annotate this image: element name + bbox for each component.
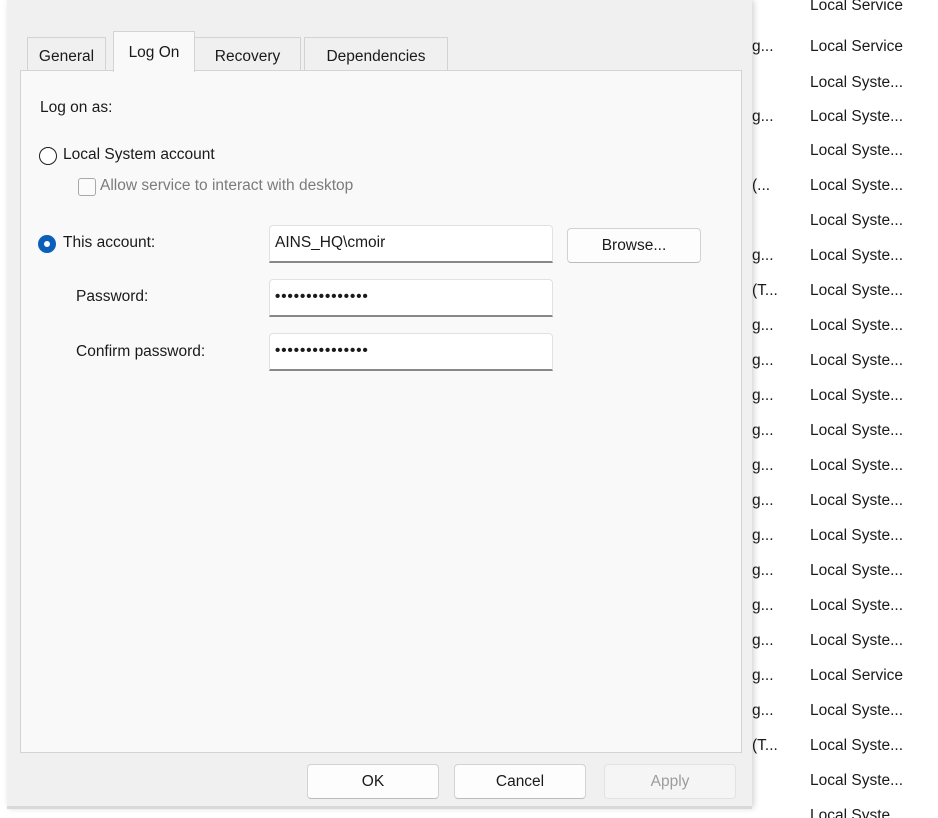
list-item[interactable]: Local Syste... bbox=[748, 807, 938, 818]
password-input[interactable]: ••••••••••••••• bbox=[269, 279, 553, 317]
list-cell-logon-as: Local Service bbox=[810, 38, 904, 55]
list-cell-logon-as: Local Syste... bbox=[810, 702, 904, 719]
dialog-bottom-edge bbox=[7, 806, 752, 809]
list-item[interactable]: g... Local Service bbox=[748, 667, 938, 702]
list-cell-logon-as: Local Syste... bbox=[810, 737, 904, 754]
list-item[interactable]: (T... Local Syste... bbox=[748, 737, 938, 772]
list-cell-description: g... bbox=[752, 247, 774, 264]
cancel-button[interactable]: Cancel bbox=[454, 764, 586, 799]
list-cell-logon-as: Local Syste... bbox=[810, 247, 904, 264]
tab-general[interactable]: General bbox=[27, 37, 106, 70]
tab-log-on[interactable]: Log On bbox=[113, 31, 195, 72]
list-cell-logon-as: Local Syste... bbox=[810, 387, 904, 404]
list-cell-description: g... bbox=[752, 562, 774, 579]
list-item[interactable]: g... Local Syste... bbox=[748, 422, 938, 457]
apply-button[interactable]: Apply bbox=[604, 764, 736, 799]
list-cell-logon-as: Local Syste... bbox=[810, 457, 904, 474]
list-item[interactable]: (... Local Syste... bbox=[748, 177, 938, 212]
log-on-as-label: Log on as: bbox=[40, 99, 113, 116]
list-item[interactable]: g... Local Syste... bbox=[748, 247, 938, 282]
list-cell-logon-as: Local Syste... bbox=[810, 317, 904, 334]
list-cell-description: g... bbox=[752, 352, 774, 369]
list-cell-description: g... bbox=[752, 597, 774, 614]
password-label: Password: bbox=[76, 288, 149, 305]
list-cell-logon-as: Local Syste... bbox=[810, 177, 904, 194]
list-item[interactable]: Local Syste... bbox=[748, 142, 938, 177]
list-cell-description: (... bbox=[752, 177, 771, 194]
list-cell-logon-as: Local Syste... bbox=[810, 422, 904, 439]
service-properties-dialog: General Log On Recovery Dependencies Log… bbox=[7, 0, 752, 808]
confirm-password-input[interactable]: ••••••••••••••• bbox=[269, 333, 553, 371]
list-cell-logon-as: Local Syste... bbox=[810, 527, 904, 544]
list-cell-description: g... bbox=[752, 422, 774, 439]
tab-dependencies[interactable]: Dependencies bbox=[304, 37, 448, 70]
list-item[interactable]: Local Syste... bbox=[748, 212, 938, 247]
list-cell-logon-as: Local Syste... bbox=[810, 212, 904, 229]
list-cell-logon-as: Local Syste... bbox=[810, 597, 904, 614]
list-item[interactable]: g... Local Syste... bbox=[748, 108, 938, 143]
list-item[interactable]: g... Local Syste... bbox=[748, 457, 938, 492]
list-item[interactable]: g... Local Syste... bbox=[748, 352, 938, 387]
list-item[interactable]: g... Local Syste... bbox=[748, 527, 938, 562]
confirm-password-label: Confirm password: bbox=[76, 343, 206, 360]
this-account-radio[interactable] bbox=[38, 235, 56, 253]
list-cell-logon-as: Local Syste... bbox=[810, 807, 904, 818]
list-cell-description: g... bbox=[752, 702, 774, 719]
account-name-input[interactable]: AINS_HQ\cmoir bbox=[269, 225, 553, 263]
list-item[interactable]: g... Local Syste... bbox=[748, 597, 938, 632]
browse-button[interactable]: Browse... bbox=[567, 228, 701, 263]
list-cell-logon-as: Local Service bbox=[810, 667, 904, 684]
list-cell-description: (T... bbox=[752, 737, 778, 754]
list-item[interactable]: g... Local Service bbox=[748, 38, 938, 73]
list-cell-logon-as: Local Syste... bbox=[810, 352, 904, 369]
list-cell-logon-as: Local Syste... bbox=[810, 772, 904, 789]
list-cell-description: g... bbox=[752, 527, 774, 544]
list-item[interactable]: g... Local Syste... bbox=[748, 632, 938, 667]
list-cell-description: g... bbox=[752, 108, 774, 125]
list-cell-logon-as: Local Syste... bbox=[810, 562, 904, 579]
list-cell-description: g... bbox=[752, 632, 774, 649]
local-system-radio[interactable] bbox=[39, 147, 57, 165]
services-list-background: Local Service g... Local Service Local Sy… bbox=[748, 0, 938, 818]
list-item[interactable]: Local Syste... bbox=[748, 74, 938, 109]
tab-recovery[interactable]: Recovery bbox=[194, 37, 301, 70]
list-item[interactable]: g... Local Syste... bbox=[748, 317, 938, 352]
ok-button[interactable]: OK bbox=[307, 764, 439, 799]
list-cell-logon-as: Local Syste... bbox=[810, 492, 904, 509]
list-item[interactable]: g... Local Syste... bbox=[748, 387, 938, 422]
list-cell-logon-as: Local Syste... bbox=[810, 108, 904, 125]
list-cell-description: g... bbox=[752, 387, 774, 404]
list-item[interactable]: g... Local Syste... bbox=[748, 702, 938, 737]
list-cell-description: g... bbox=[752, 38, 774, 55]
list-cell-logon-as: Local Syste... bbox=[810, 142, 904, 159]
interact-desktop-checkbox[interactable] bbox=[78, 178, 96, 196]
list-item[interactable]: g... Local Syste... bbox=[748, 492, 938, 527]
list-cell-logon-as: Local Service bbox=[810, 0, 904, 14]
list-item[interactable]: Local Syste... bbox=[748, 772, 938, 807]
list-cell-logon-as: Local Syste... bbox=[810, 74, 904, 91]
interact-desktop-label: Allow service to interact with desktop bbox=[100, 177, 354, 194]
list-cell-logon-as: Local Syste... bbox=[810, 632, 904, 649]
list-cell-description: g... bbox=[752, 457, 774, 474]
list-cell-logon-as: Local Syste... bbox=[810, 282, 904, 299]
list-cell-description: (T... bbox=[752, 282, 778, 299]
local-system-label[interactable]: Local System account bbox=[63, 146, 215, 164]
list-item[interactable]: g... Local Syste... bbox=[748, 562, 938, 597]
list-cell-description: g... bbox=[752, 492, 774, 509]
list-item[interactable]: (T... Local Syste... bbox=[748, 282, 938, 317]
list-item[interactable]: Local Service bbox=[748, 0, 938, 32]
log-on-tab-panel: Log on as: Local System account Allow se… bbox=[20, 70, 742, 753]
list-cell-description: g... bbox=[752, 667, 774, 684]
list-cell-description: g... bbox=[752, 317, 774, 334]
this-account-label[interactable]: This account: bbox=[63, 234, 155, 252]
